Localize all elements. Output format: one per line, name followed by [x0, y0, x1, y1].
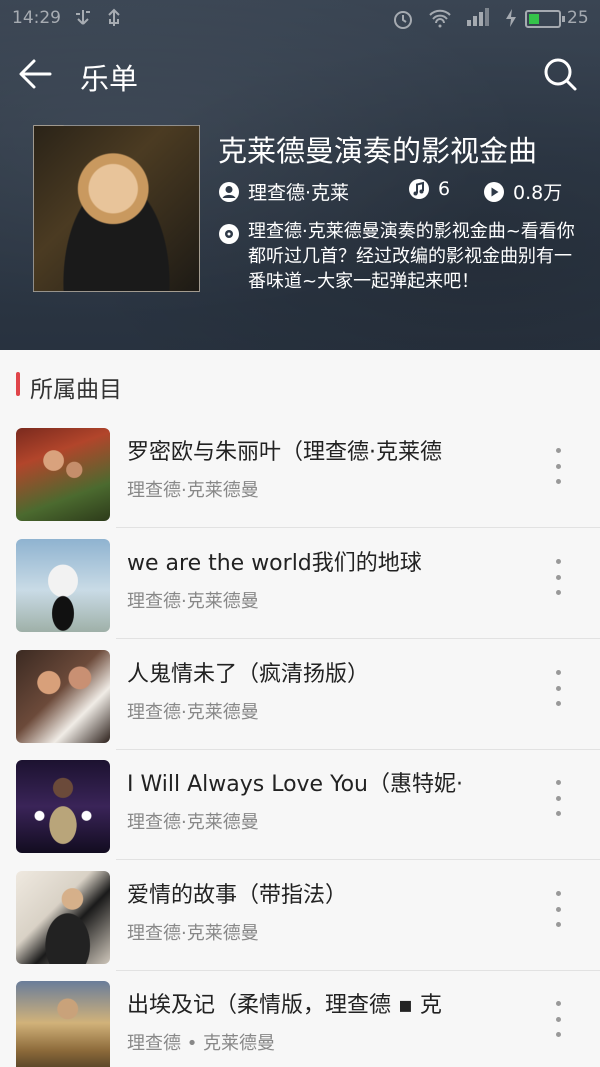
playlist-description[interactable]: 理查德·克莱德曼演奏的影视金曲~看看你都听过几首？经过改编的影视金曲别有一番味道…: [248, 219, 578, 294]
song-row[interactable]: 人鬼情未了（疯清扬版） 理查德·克莱德曼: [0, 640, 600, 750]
usb-debug-icon: [106, 8, 122, 35]
back-button[interactable]: [16, 54, 56, 94]
song-row[interactable]: I Will Always Love You（惠特妮· 理查德·克莱德曼: [0, 750, 600, 860]
song-row[interactable]: we are the world我们的地球 理查德·克莱德曼: [0, 529, 600, 639]
alarm-icon: [392, 8, 414, 35]
song-thumbnail: [16, 981, 110, 1067]
song-artist: 理查德·克莱德曼: [127, 480, 259, 501]
playlist-cover-image: [33, 125, 200, 292]
playlist-title: 克莱德曼演奏的影视金曲: [218, 134, 538, 168]
signal-icon: [465, 8, 491, 33]
play-count-value: 0.8万: [513, 182, 563, 204]
song-thumbnail: [16, 871, 110, 964]
song-artist: 理查德·克莱德曼: [127, 923, 259, 944]
playlist-header: 14:29 25 乐单 克莱德曼演奏的影视金曲 理查德·克莱 6 0.8万 理查…: [0, 0, 600, 350]
row-divider: [116, 527, 600, 528]
page-title: 乐单: [80, 62, 139, 96]
song-row[interactable]: 出埃及记（柔情版，理查德 ▪ 克 理查德 • 克莱德曼: [0, 971, 600, 1067]
song-artist: 理查德 • 克莱德曼: [127, 1033, 276, 1054]
song-thumbnail: [16, 760, 110, 853]
song-artist: 理查德·克莱德曼: [127, 812, 259, 833]
song-thumbnail: [16, 539, 110, 632]
charging-icon: [504, 8, 518, 33]
song-thumbnail: [16, 650, 110, 743]
wifi-icon: [428, 8, 452, 33]
arrow-left-icon: [19, 59, 52, 89]
status-bar: 14:29 25: [0, 0, 600, 36]
song-title: 罗密欧与朱丽叶（理查德·克莱德: [127, 440, 442, 465]
search-button[interactable]: [540, 54, 580, 94]
playlist-author[interactable]: 理查德·克莱: [218, 178, 349, 205]
music-note-icon: [409, 179, 429, 199]
song-artist: 理查德·克莱德曼: [127, 591, 259, 612]
battery-icon: [525, 10, 565, 28]
more-options-button[interactable]: [548, 670, 568, 706]
song-row[interactable]: 爱情的故事（带指法） 理查德·克莱德曼: [0, 861, 600, 971]
row-divider: [116, 638, 600, 639]
more-options-button[interactable]: [548, 891, 568, 927]
play-count: 0.8万: [483, 178, 562, 205]
battery-level: 25: [567, 8, 589, 28]
search-icon: [544, 58, 577, 91]
song-title: 人鬼情未了（疯清扬版）: [127, 662, 370, 687]
disc-icon: [218, 223, 240, 249]
section-title: 所属曲目: [30, 377, 122, 403]
usb-icon: [72, 8, 94, 33]
app-bar: 乐单: [0, 40, 600, 104]
song-row[interactable]: 罗密欧与朱丽叶（理查德·克莱德 理查德·克莱德曼: [0, 418, 600, 528]
more-options-button[interactable]: [548, 780, 568, 816]
more-options-button[interactable]: [548, 448, 568, 484]
user-icon: [219, 181, 239, 202]
play-icon: [484, 181, 504, 202]
song-thumbnail: [16, 428, 110, 521]
song-count: 6: [408, 178, 450, 200]
section-accent-bar: [16, 372, 20, 396]
row-divider: [116, 859, 600, 860]
song-title: 爱情的故事（带指法）: [127, 883, 348, 908]
song-count-value: 6: [438, 178, 451, 200]
section-header: 所属曲目: [0, 350, 600, 416]
status-time: 14:29: [12, 8, 61, 28]
author-name: 理查德·克莱: [248, 182, 350, 204]
song-title: 出埃及记（柔情版，理查德 ▪ 克: [127, 993, 442, 1018]
song-title: I Will Always Love You（惠特妮·: [127, 772, 463, 797]
song-title: we are the world我们的地球: [127, 551, 422, 576]
song-artist: 理查德·克莱德曼: [127, 702, 259, 723]
more-options-button[interactable]: [548, 559, 568, 595]
more-options-button[interactable]: [548, 1001, 568, 1037]
